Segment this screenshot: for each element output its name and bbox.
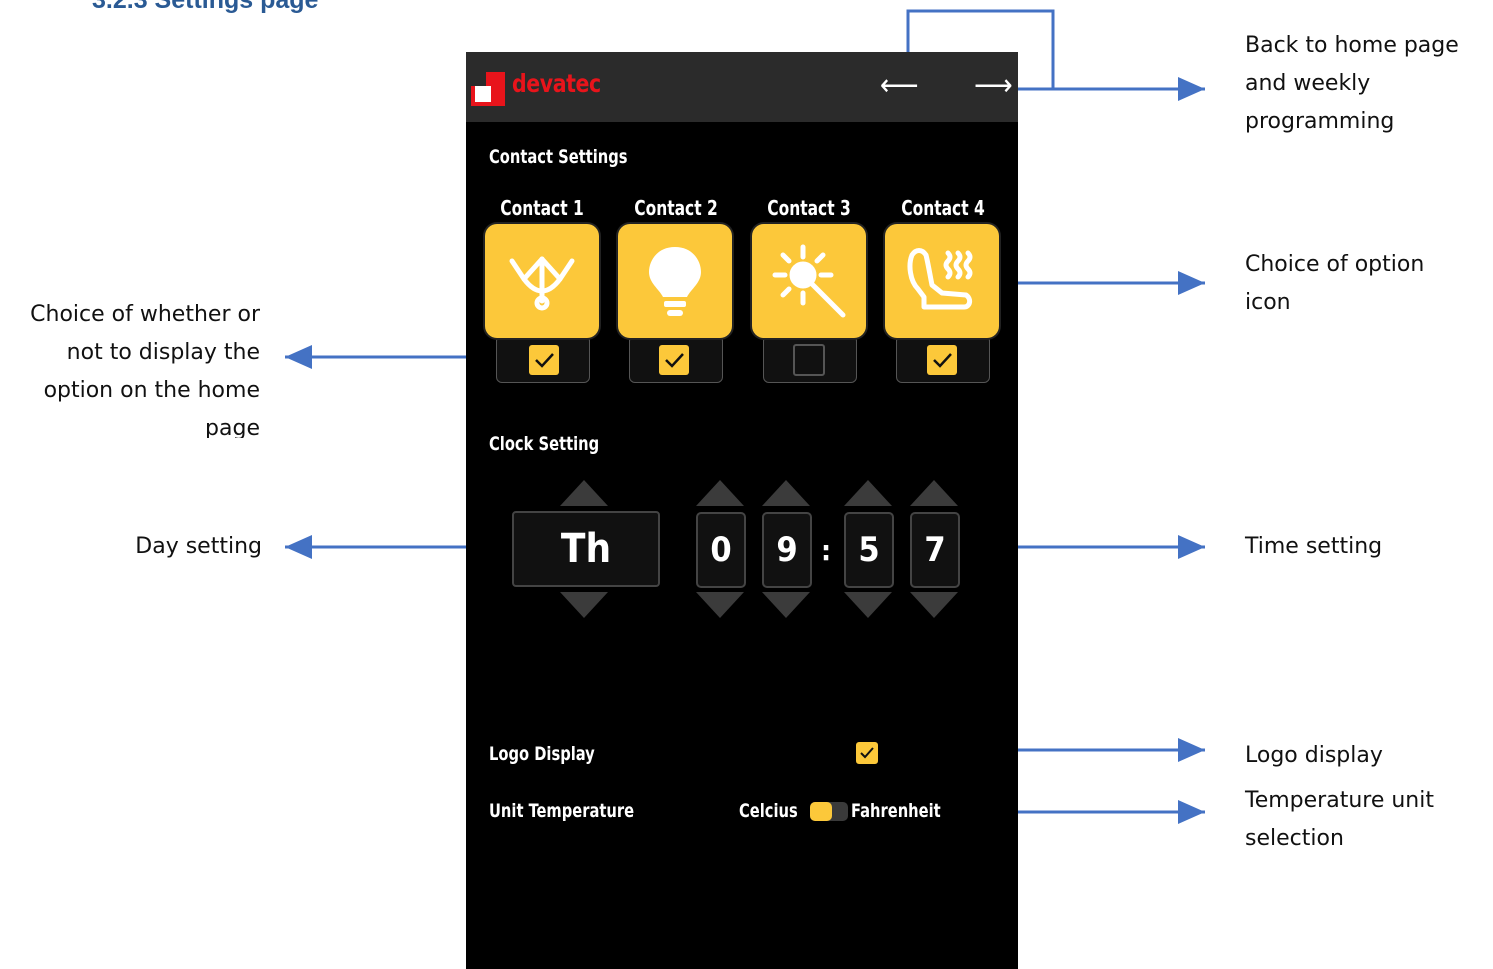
contact-label: Contact 4	[901, 196, 985, 220]
time-separator: :	[821, 534, 832, 567]
logo-display-checkbox[interactable]	[856, 742, 878, 764]
temperature-unit-toggle[interactable]	[810, 802, 848, 821]
logo-display-label: Logo Display	[489, 743, 595, 765]
contact-settings-title: Contact Settings	[489, 146, 628, 168]
annotation-line: selection	[1245, 826, 1344, 851]
settings-screen: devatec ⟵ ⟶ Contact Settings Contact 1 C…	[466, 52, 1018, 969]
contact-2-icon-tile[interactable]	[618, 224, 732, 338]
day-up-button[interactable]	[560, 480, 608, 506]
hour-ones-down-button[interactable]	[762, 592, 810, 618]
annotation-temp-unit: Temperature unit selection	[1245, 782, 1434, 858]
minute-ones-digit: 7	[910, 512, 960, 588]
fahrenheit-label: Fahrenheit	[851, 800, 941, 822]
annotation-option-icon: Choice of option icon	[1245, 246, 1424, 322]
annotation-day-setting: Day setting	[135, 534, 262, 559]
annotation-line: Choice of option	[1245, 252, 1425, 277]
annotation-line: not to display the	[66, 340, 260, 365]
hour-ones-digit: 9	[762, 512, 812, 588]
contact-2-display-checkbox[interactable]	[659, 345, 689, 375]
minute-ones-up-button[interactable]	[910, 480, 958, 506]
hour-tens-digit: 0	[696, 512, 746, 588]
back-arrow-button[interactable]: ⟵	[880, 66, 919, 106]
devatec-logo-icon	[471, 72, 505, 106]
contact-4-icon-tile[interactable]	[885, 224, 999, 338]
day-display: Th	[512, 511, 660, 587]
annotation-line: page	[205, 416, 260, 438]
top-bar: devatec ⟵ ⟶	[466, 52, 1018, 122]
contact-label: Contact 3	[767, 196, 851, 220]
day-down-button[interactable]	[560, 592, 608, 618]
contact-label: Contact 2	[634, 196, 718, 220]
annotation-line: and weekly	[1245, 71, 1371, 96]
minute-ones-down-button[interactable]	[910, 592, 958, 618]
annotation-time-setting: Time setting	[1245, 534, 1383, 559]
annotation-logo-display: Logo display	[1245, 743, 1383, 768]
light-bulb-icon	[649, 247, 701, 316]
hour-tens-down-button[interactable]	[696, 592, 744, 618]
contact-4-display-checkbox[interactable]	[927, 345, 957, 375]
light-wand-icon	[772, 244, 846, 318]
contact-3-display-checkbox[interactable]	[793, 344, 825, 376]
hour-ones-up-button[interactable]	[762, 480, 810, 506]
brand-name: devatec	[512, 69, 601, 98]
toggle-knob	[810, 802, 832, 821]
minute-tens-down-button[interactable]	[844, 592, 892, 618]
hour-tens-up-button[interactable]	[696, 480, 744, 506]
annotation-line: Temperature unit	[1245, 788, 1434, 813]
face-mask-icon	[509, 256, 575, 311]
contact-1-display-checkbox[interactable]	[529, 345, 559, 375]
annotation-line: programming	[1245, 109, 1395, 134]
heated-seat-icon	[907, 248, 973, 310]
annotation-back-home: Back to home page and weekly programming	[1245, 27, 1459, 141]
forward-arrow-button[interactable]: ⟶	[974, 66, 1013, 106]
unit-temperature-label: Unit Temperature	[489, 800, 635, 822]
contact-1-icon-tile[interactable]	[485, 224, 599, 338]
annotation-line: Back to home page	[1245, 33, 1459, 58]
annotation-line: Choice of whether or	[30, 302, 260, 327]
clock-setting-title: Clock Setting	[489, 433, 600, 455]
annotation-line: icon	[1245, 290, 1291, 315]
minute-tens-up-button[interactable]	[844, 480, 892, 506]
contact-label: Contact 1	[500, 196, 584, 220]
annotation-line: option on the home	[43, 378, 260, 403]
annotation-display-choice: Choice of whether or not to display the …	[0, 296, 260, 438]
minute-tens-digit: 5	[844, 512, 894, 588]
contact-3-icon-tile[interactable]	[752, 224, 866, 338]
celcius-label: Celcius	[739, 800, 798, 822]
